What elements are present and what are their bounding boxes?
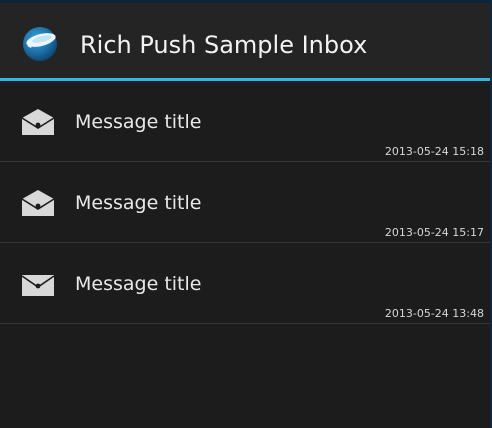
message-timestamp: 2013-05-24 15:18 <box>384 145 484 158</box>
message-timestamp: 2013-05-24 15:17 <box>384 226 484 239</box>
envelope-open-icon <box>20 107 56 137</box>
airship-logo-icon[interactable] <box>17 24 63 64</box>
app-title: Rich Push Sample Inbox <box>80 31 368 59</box>
message-title: Message title <box>75 192 202 214</box>
message-list: Message title 2013-05-24 15:18 Message t… <box>0 81 490 324</box>
action-bar: Rich Push Sample Inbox <box>0 0 490 78</box>
message-row[interactable]: Message title 2013-05-24 15:18 <box>0 81 490 162</box>
app-window: Rich Push Sample Inbox Message title 201… <box>0 0 492 428</box>
envelope-open-icon <box>20 188 56 218</box>
message-timestamp: 2013-05-24 13:48 <box>384 307 484 320</box>
message-title: Message title <box>75 111 202 133</box>
message-row[interactable]: Message title 2013-05-24 15:17 <box>0 162 490 243</box>
message-title: Message title <box>75 273 202 295</box>
message-row[interactable]: Message title 2013-05-24 13:48 <box>0 243 490 324</box>
envelope-closed-icon <box>20 269 56 299</box>
